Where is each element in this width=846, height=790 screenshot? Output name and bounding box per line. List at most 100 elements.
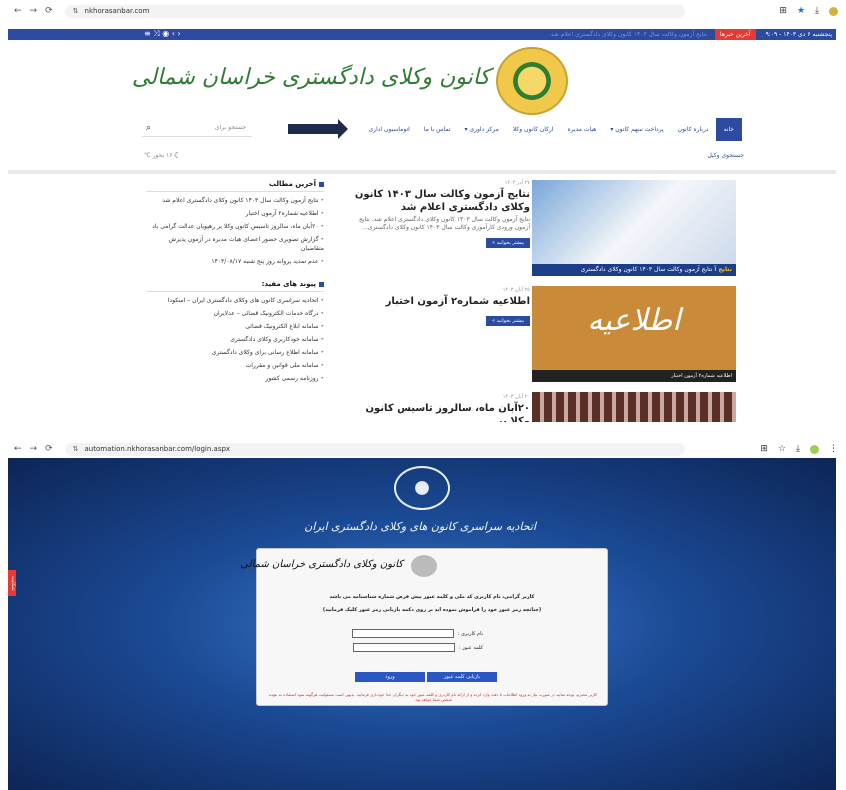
browser-toolbar-2: ← → ⟳ ⇅ automation.nkhorasanbar.com/logi… <box>8 440 844 458</box>
reload-icon[interactable]: ⟳ <box>45 6 53 16</box>
bookmark-star-icon[interactable]: ★ <box>797 6 805 16</box>
thumbnail-caption: نتایج آ نتایج آزمون وکالت سال ۱۴۰۳ کانون… <box>532 264 736 276</box>
post-title[interactable]: نتایج آزمون وکالت سال ۱۴۰۳ کانون وکلای د… <box>348 188 530 214</box>
useful-link[interactable]: اتحادیه سراسری کانون های وکلای دادگستری … <box>146 296 324 305</box>
password-input[interactable] <box>353 643 456 652</box>
post-date: ۲۰ آبان ۱۴۰۳ <box>502 394 530 400</box>
post-thumbnail[interactable] <box>532 392 736 422</box>
menu-kebab-icon[interactable]: ⋮ <box>829 444 838 454</box>
login-button[interactable]: ورود <box>355 672 425 682</box>
posts-list: ۲۷ آذر ۱۴۰۳ نتایج آزمون وکالت سال ۱۴۰۳ ک… <box>348 180 530 422</box>
topbar-date: ۹:۰۹ - پنجشنبه ۶ دی ۱۴۰۳ <box>765 31 832 38</box>
search-placeholder: جستجو برای <box>214 124 246 131</box>
useful-link[interactable]: روزنامه رسمی کشور <box>146 374 324 383</box>
translate-icon[interactable]: ⊞ <box>760 444 768 454</box>
post-thumbnail[interactable]: اطلاعیه اطلاعیه شماره۲ آزمون اختبار <box>532 286 736 382</box>
top-news-bar: ≡ ⤨ ◉ ‹ › نتایج آزمون وکالت سال ۱۴۰۳ کان… <box>8 29 836 40</box>
header-search[interactable]: ⌕ جستجو برای <box>142 119 252 137</box>
post-date: ۲۷ آذر ۱۴۰۳ <box>504 180 530 186</box>
useful-link[interactable]: درگاه خدمات الکترونیک قضائی – عدلایران <box>146 309 324 318</box>
read-more-button[interactable]: بیشتر بخوانید » <box>486 238 530 248</box>
heading-square-icon <box>319 281 324 287</box>
post-thumbnail[interactable]: نتایج آ نتایج آزمون وکالت سال ۱۴۰۳ کانون… <box>532 180 736 276</box>
menu-home[interactable]: خانه <box>715 118 742 141</box>
recover-password-button[interactable]: بازیابی کلمه عبور <box>427 672 497 682</box>
post-excerpt: نتایج آزمون وکالت سال ۱۴۰۳ کانون وکلای د… <box>358 216 530 231</box>
secondary-row: جستجوی وکیل ☾ ۱۶ بحور ℃ <box>144 146 744 164</box>
automation-login-page: شکایت اتحادیه سراسری کانون های وکلای داد… <box>8 458 836 790</box>
union-title: اتحادیه سراسری کانون های وکلای دادگستری … <box>304 520 536 533</box>
download-icon[interactable]: ⤓ <box>815 6 819 16</box>
sidebar: آخرین مطالب نتایج آزمون وکالت سال ۱۴۰۳ ک… <box>146 180 324 387</box>
latest-item[interactable]: اطلاعیه شماره۲ آزمون اختبار <box>146 209 324 218</box>
ticker-news[interactable]: نتایج آزمون وکالت سال ۱۴۰۳ کانون وکلای د… <box>551 31 707 38</box>
bar-emblem-icon <box>411 555 437 577</box>
menu-payment[interactable]: پرداخت سهم کانون ▾ <box>603 126 670 133</box>
panel-title: کانون وکلای دادگستری خراسان شمالی <box>240 559 403 570</box>
dark-mode-icon[interactable]: ☾ <box>174 151 181 160</box>
read-more-button[interactable]: بیشتر بخوانید » <box>486 316 530 326</box>
useful-link[interactable]: سامانه اطلاع رسانی برای وکلای دادگستری <box>146 348 324 357</box>
useful-links-heading: پیوند های مفید: <box>146 280 324 292</box>
site-header: کانون وکلای دادگستری خراسان شمالی <box>8 45 836 125</box>
username-input[interactable] <box>351 629 454 638</box>
back-icon[interactable]: ← <box>14 6 22 16</box>
lawyer-search-link[interactable]: جستجوی وکیل <box>707 152 744 159</box>
search-icon[interactable]: ⌕ <box>146 123 151 133</box>
post-item: ۲۷ آذر ۱۴۰۳ نتایج آزمون وکالت سال ۱۴۰۳ ک… <box>348 180 530 287</box>
menu-contact[interactable]: تماس با ما <box>417 126 458 133</box>
login-panel: کانون وکلای دادگستری خراسان شمالی کاربر … <box>240 548 608 706</box>
post-item: ۲۰ آبان ۱۴۰۳ ۲۰آبان ماه، سالروز تاسیس کا… <box>348 394 531 422</box>
topbar-icons[interactable]: ≡ ⤨ ◉ ‹ › <box>144 29 181 39</box>
profile-avatar-icon[interactable] <box>829 6 838 16</box>
forward-icon[interactable]: → <box>30 6 38 16</box>
password-row: کلمه عبور : <box>353 643 483 652</box>
back-icon[interactable]: ← <box>14 444 22 454</box>
thumbnail-caption: اطلاعیه شماره۲ آزمون اختبار <box>532 370 736 382</box>
security-warning: کاربر محترم، توجه نمایید در صورت نیاز به… <box>268 692 598 702</box>
annotation-arrow <box>288 119 348 139</box>
site-logo-text[interactable]: کانون وکلای دادگستری خراسان شمالی <box>132 65 490 90</box>
thumbnail-calligraphy: اطلاعیه <box>587 303 681 338</box>
latest-item[interactable]: عدم تمدید پروانه روز پنج شنبه ۱۴۰۳/۰۸/۱۷ <box>146 257 324 266</box>
site-settings-icon[interactable]: ⇅ <box>73 7 79 15</box>
forward-icon[interactable]: → <box>30 444 38 454</box>
post-title[interactable]: اطلاعیه شماره۲ آزمون اختبار <box>348 295 530 308</box>
bookmark-star-icon[interactable]: ☆ <box>778 444 786 454</box>
menu-automation[interactable]: اتوماسیون اداری <box>361 126 416 133</box>
latest-item[interactable]: نتایج آزمون وکالت سال ۱۴۰۳ کانون وکلای د… <box>146 196 324 205</box>
site-settings-icon[interactable]: ⇅ <box>73 445 79 453</box>
post-date: ۲۵ آبان ۱۴۰۳ <box>502 287 530 293</box>
post-images: نتایج آ نتایج آزمون وکالت سال ۱۴۰۳ کانون… <box>532 180 736 422</box>
address-bar[interactable]: ⇅ nkhorasanbar.com <box>64 4 685 18</box>
divider <box>8 170 836 174</box>
menu-about[interactable]: درباره کانون <box>671 126 716 133</box>
latest-item[interactable]: ۲۰آبان ماه، سالروز تاسیس کانون وکلا بر ر… <box>146 222 324 231</box>
url-text: automation.nkhorasanbar.com/login.aspx <box>84 445 231 453</box>
heading-square-icon <box>319 181 324 187</box>
profile-avatar-icon[interactable] <box>810 444 819 454</box>
side-feedback-tab[interactable]: شکایت <box>8 570 16 596</box>
useful-link[interactable]: سامانه خودکاربری وکلای دادگستری <box>146 335 324 344</box>
translate-icon[interactable]: ⊞ <box>779 6 787 16</box>
bar-emblem-logo[interactable] <box>496 47 568 115</box>
username-label: نام کاربری : <box>457 630 483 637</box>
login-hint: (چنانچه رمز عبور خود را فراموش نموده اید… <box>322 607 542 613</box>
url-text: nkhorasanbar.com <box>84 7 150 15</box>
menu-board[interactable]: هیات مدیره <box>561 126 604 133</box>
browser-toolbar-1: ← → ⟳ ⇅ nkhorasanbar.com ⊞ ★ ⤓ <box>8 2 844 20</box>
useful-link[interactable]: سامانه ملی قوانین و مقررات <box>146 361 324 370</box>
latest-item[interactable]: گزارش تصویری حضور اعضای هیات مدیره در آز… <box>146 235 324 253</box>
post-title[interactable]: ۲۰آبان ماه، سالروز تاسیس کانون وکلا بر <box>348 402 531 422</box>
latest-news-badge: آخرین خبرها <box>714 29 756 40</box>
useful-link[interactable]: سامانه ابلاغ الکترونیک قضائی <box>146 322 324 331</box>
menu-arbitration[interactable]: مرکز داوری ▾ <box>457 126 505 133</box>
login-instruction: کاربر گرامی، نام کاربری کد ملی و کلمه عب… <box>329 594 535 600</box>
union-emblem-logo <box>394 466 450 510</box>
menu-organs[interactable]: ارکان کانون وکلا <box>506 126 561 133</box>
address-bar[interactable]: ⇅ automation.nkhorasanbar.com/login.aspx <box>64 442 685 456</box>
post-item: ۲۵ آبان ۱۴۰۳ اطلاعیه شماره۲ آزمون اختبار… <box>348 287 530 394</box>
username-row: نام کاربری : <box>351 629 483 638</box>
reload-icon[interactable]: ⟳ <box>45 444 53 454</box>
download-icon[interactable]: ⤓ <box>796 444 800 454</box>
